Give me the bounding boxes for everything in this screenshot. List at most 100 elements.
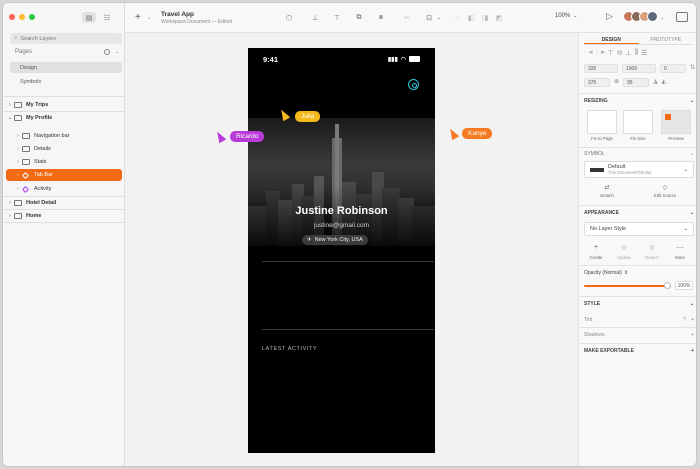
chevron-right-icon[interactable]: › [14,133,22,139]
difference-icon[interactable]: ◩ [492,13,506,23]
layer-stats[interactable]: › Stats [6,156,122,168]
help-icon[interactable]: ? [683,317,686,323]
signal-icon: ▮▮▮ [387,56,398,63]
detach-button[interactable]: Detach [589,193,625,198]
tab-design[interactable]: DESIGN [584,34,639,44]
tab-prototype[interactable]: PROTOTYPE [639,34,694,44]
inspector-toggle-icon[interactable] [676,12,688,22]
settings-gear-icon[interactable] [408,79,419,90]
align-middle-icon[interactable]: ⊝ [617,49,623,57]
rotation-field[interactable]: 0 [660,64,686,73]
edit-source-button[interactable]: Edit Source [647,193,683,198]
align-bottom-icon[interactable]: ⊥ [626,49,632,57]
detach-style-icon[interactable]: ◎ [640,244,664,251]
fix-size-preview[interactable] [623,110,653,134]
add-tint-icon[interactable]: + [691,317,694,323]
width-field[interactable]: 375 [584,78,610,87]
x-position-field[interactable]: 335 [584,64,618,73]
edit-source-icon[interactable]: ◇ [655,184,675,191]
create-style-icon[interactable]: + [584,244,608,251]
zoom-control[interactable]: 100% ⌄ [555,13,578,19]
layer-navigation-bar[interactable]: › Navigation bar [6,130,122,142]
layer-style-select[interactable]: No Layer Style ⌄ [584,222,694,236]
chevron-right-icon[interactable]: › [14,172,22,178]
align-right-icon[interactable]: ⫸ [601,49,605,57]
height-field[interactable]: 95 [623,78,650,87]
minimize-window-button[interactable] [19,14,25,20]
flip-vertical-icon[interactable]: ◭ [662,78,667,87]
more-button[interactable]: More [668,255,692,260]
align-center-icon[interactable]: ⫶ [596,49,598,57]
more-icon[interactable]: ⋯ [668,244,692,252]
distribute-horizontal-icon[interactable]: ⫼ [635,49,638,57]
components-view-icon[interactable]: ☷ [100,12,114,23]
chevron-down-icon[interactable]: ⌄ [690,98,694,104]
detach-style-button[interactable]: Detach [640,255,664,260]
align-bottom-icon[interactable]: ⊥ [308,13,322,23]
canvas[interactable]: 9:41 ▮▮▮ ◠ Justine Robinson justine@gmai… [125,33,578,466]
chevron-right-icon[interactable]: › [14,186,22,192]
profile-artboard[interactable]: 9:41 ▮▮▮ ◠ Justine Robinson justine@gmai… [248,48,435,453]
create-style-button[interactable]: Create [584,255,608,260]
layer-tab-bar[interactable]: › Tab Bar [6,169,122,181]
align-top-icon[interactable]: ⊤ [608,49,614,57]
layer-hotel-detail[interactable]: › Hotel Detail [6,197,122,209]
opacity-slider-fill[interactable] [584,285,668,287]
page-design[interactable]: Design [10,62,122,73]
flatten-icon[interactable]: ⧉ [352,13,366,23]
flip-horizontal-icon[interactable]: ◮ [653,78,658,87]
chevron-down-icon[interactable]: ⌄ [6,115,14,121]
update-style-button[interactable]: Update [612,255,636,260]
layer-details[interactable]: › Details [6,143,122,155]
union-icon[interactable]: ◌ [450,13,464,23]
chevron-down-icon[interactable]: ⌄ [147,15,151,21]
chevron-down-icon[interactable]: ⌄ [690,151,694,157]
mask-icon[interactable]: ⧈ [374,13,388,23]
chevron-right-icon[interactable]: › [6,200,14,206]
opacity-slider-handle[interactable] [664,282,671,289]
add-shadow-icon[interactable]: + [691,332,694,338]
insert-plus-icon[interactable]: + [135,12,141,23]
zoom-window-button[interactable] [29,14,35,20]
page-symbols[interactable]: Symbols [10,76,122,87]
align-left-icon[interactable]: ⫷ [589,49,593,57]
layers-view-icon[interactable]: ▤ [82,12,96,23]
chevron-right-icon[interactable]: › [14,159,22,165]
chevron-down-icon[interactable]: ⌄ [690,301,694,307]
subtract-icon[interactable]: ◧ [464,13,478,23]
chevron-right-icon[interactable]: › [14,146,22,152]
close-window-button[interactable] [9,14,15,20]
scissors-icon[interactable]: ✂ [400,13,414,23]
chevron-down-icon[interactable]: ⌄ [660,15,664,21]
update-style-icon[interactable]: ◎ [612,244,636,251]
search-input[interactable] [20,35,111,42]
search-layers[interactable]: ⌕ [10,33,122,44]
create-symbol-icon[interactable]: ⬡ [282,13,296,23]
layer-my-profile[interactable]: ⌄ My Profile [6,112,122,124]
layer-my-trips[interactable]: › My Trips [6,99,122,111]
divider [3,96,125,97]
flip-icon[interactable]: ⇅ [690,64,695,73]
layer-activity[interactable]: › Activity [6,183,122,195]
collaborator-avatars[interactable] [623,11,658,22]
fix-to-page-preview[interactable] [587,110,617,134]
transform-icon[interactable]: ⊡ [422,13,436,23]
chevron-down-icon[interactable]: ⌄ [690,210,694,216]
resizing-preview[interactable] [661,110,691,134]
intersect-icon[interactable]: ◨ [478,13,492,23]
detach-icon[interactable]: ⇄ [597,184,617,191]
lock-ratio-icon[interactable]: ⊗ [614,78,619,87]
opacity-blend-select[interactable]: Opacity (Normal) ⇕ [584,270,628,276]
symbol-select[interactable]: Default This Document/Tab Bar ⌄ [584,161,694,178]
chevron-right-icon[interactable]: › [6,213,14,219]
add-export-icon[interactable]: + [691,348,694,354]
chevron-down-icon[interactable]: ⌄ [115,49,119,55]
distribute-vertical-icon[interactable]: ☰ [641,49,647,57]
distribute-icon[interactable]: ⊤ [330,13,344,23]
chevron-right-icon[interactable]: › [6,102,14,108]
layer-home[interactable]: › Home [6,210,122,222]
opacity-value-field[interactable]: 100% [675,281,693,290]
add-page-icon[interactable] [103,49,110,55]
preview-play-icon[interactable]: ▷ [606,11,613,22]
y-position-field[interactable]: 1006 [622,64,656,73]
